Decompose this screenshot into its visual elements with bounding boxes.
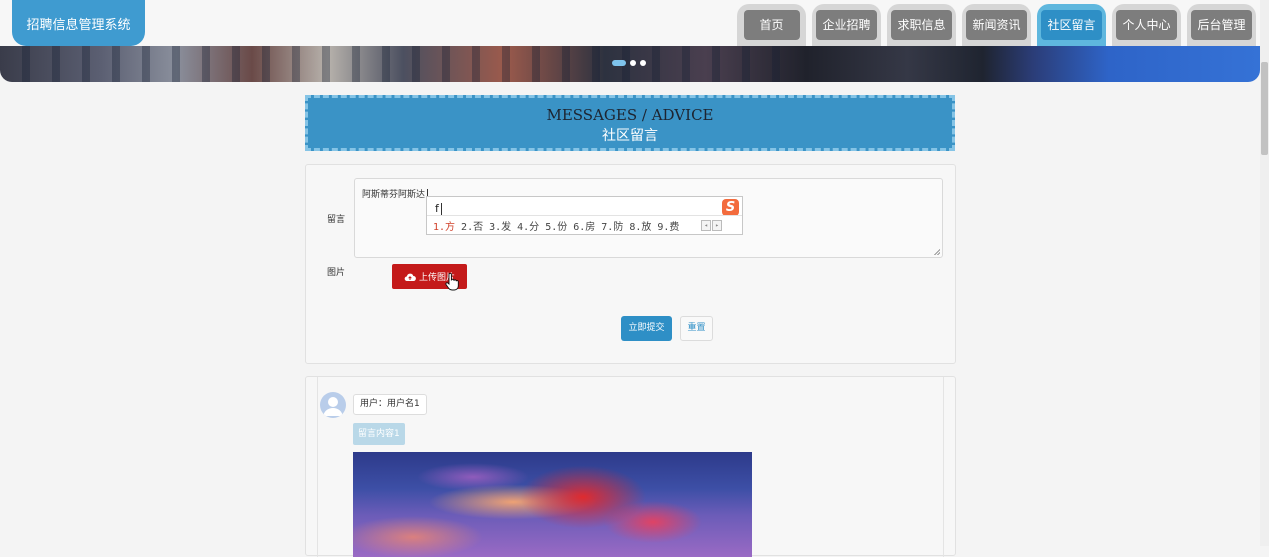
ime-candidate[interactable]: 9.费	[657, 218, 679, 233]
page-scrollbar[interactable]	[1260, 0, 1269, 546]
nav-community-messages[interactable]: 社区留言	[1037, 4, 1106, 46]
submit-button[interactable]: 立即提交	[621, 316, 672, 341]
banner-image	[0, 46, 800, 82]
page-title-box: MESSAGES / ADVICE 社区留言	[305, 95, 955, 151]
ime-candidate[interactable]: 6.房	[573, 218, 595, 233]
image-label: 图片	[327, 268, 346, 278]
ime-candidate[interactable]: 4.分	[517, 218, 539, 233]
site-title: 招聘信息管理系统	[26, 17, 131, 33]
nav-home[interactable]: 首页	[737, 4, 806, 46]
divider	[317, 377, 318, 557]
message-content: 留言内容1	[353, 423, 405, 445]
resize-handle[interactable]	[934, 249, 940, 255]
message-user: 用户：用户名1	[353, 394, 427, 415]
reset-button[interactable]: 重置	[680, 316, 713, 341]
ime-candidate[interactable]: 8.放	[629, 218, 651, 233]
message-list: 用户：用户名1 留言内容1	[305, 376, 956, 557]
ime-candidate[interactable]: 5.份	[545, 218, 567, 233]
nav-admin[interactable]: 后台管理	[1187, 4, 1256, 46]
cloud-upload-icon	[404, 273, 416, 281]
carousel-dots[interactable]	[612, 60, 646, 66]
carousel-dot-3[interactable]	[640, 60, 646, 66]
ime-candidate[interactable]: 2.否	[461, 218, 483, 233]
message-label: 留言	[327, 215, 346, 225]
nav-news[interactable]: 新闻资讯	[962, 4, 1031, 46]
header: 招聘信息管理系统 首页 企业招聘 求职信息 新闻资讯 社区留言 个人中心 后台管…	[0, 0, 1260, 82]
message-form: 留言 阿斯蒂芬阿斯达 f S 1.方 2.否 3.发 4.分 5.份 6.房 7…	[305, 164, 956, 364]
divider	[943, 377, 944, 557]
banner-carousel[interactable]	[0, 46, 1260, 82]
nav-job-postings[interactable]: 企业招聘	[812, 4, 881, 46]
carousel-dot-2[interactable]	[630, 60, 636, 66]
ime-candidate[interactable]: 3.发	[489, 218, 511, 233]
ime-prev-icon[interactable]: ◂	[701, 220, 711, 231]
nav-job-seeking[interactable]: 求职信息	[887, 4, 956, 46]
page-title-en: MESSAGES / ADVICE	[546, 106, 714, 124]
hand-pointer-icon	[445, 273, 459, 291]
ime-candidate[interactable]: 1.方	[433, 218, 455, 233]
ime-candidate[interactable]: 7.防	[601, 218, 623, 233]
message-image	[353, 452, 752, 557]
carousel-dot-1[interactable]	[612, 60, 626, 66]
page-title-cn: 社区留言	[602, 128, 658, 144]
sogou-logo-icon: S	[722, 199, 739, 216]
ime-candidate-window[interactable]: f S 1.方 2.否 3.发 4.分 5.份 6.房 7.防 8.放 9.费 …	[426, 196, 743, 235]
ime-composition: f	[435, 202, 442, 215]
site-logo[interactable]: 招聘信息管理系统	[12, 0, 145, 46]
message-text: 阿斯蒂芬阿斯达	[362, 190, 426, 200]
scroll-thumb[interactable]	[1261, 62, 1268, 155]
user-avatar-icon	[320, 392, 346, 418]
ime-next-icon[interactable]: ▸	[712, 220, 722, 231]
ime-candidates: 1.方 2.否 3.发 4.分 5.份 6.房 7.防 8.放 9.费 ◂ ▸	[427, 215, 742, 235]
main-nav: 首页 企业招聘 求职信息 新闻资讯 社区留言 个人中心 后台管理	[737, 4, 1256, 46]
ime-page-arrows: ◂ ▸	[701, 220, 722, 231]
nav-personal-center[interactable]: 个人中心	[1112, 4, 1181, 46]
